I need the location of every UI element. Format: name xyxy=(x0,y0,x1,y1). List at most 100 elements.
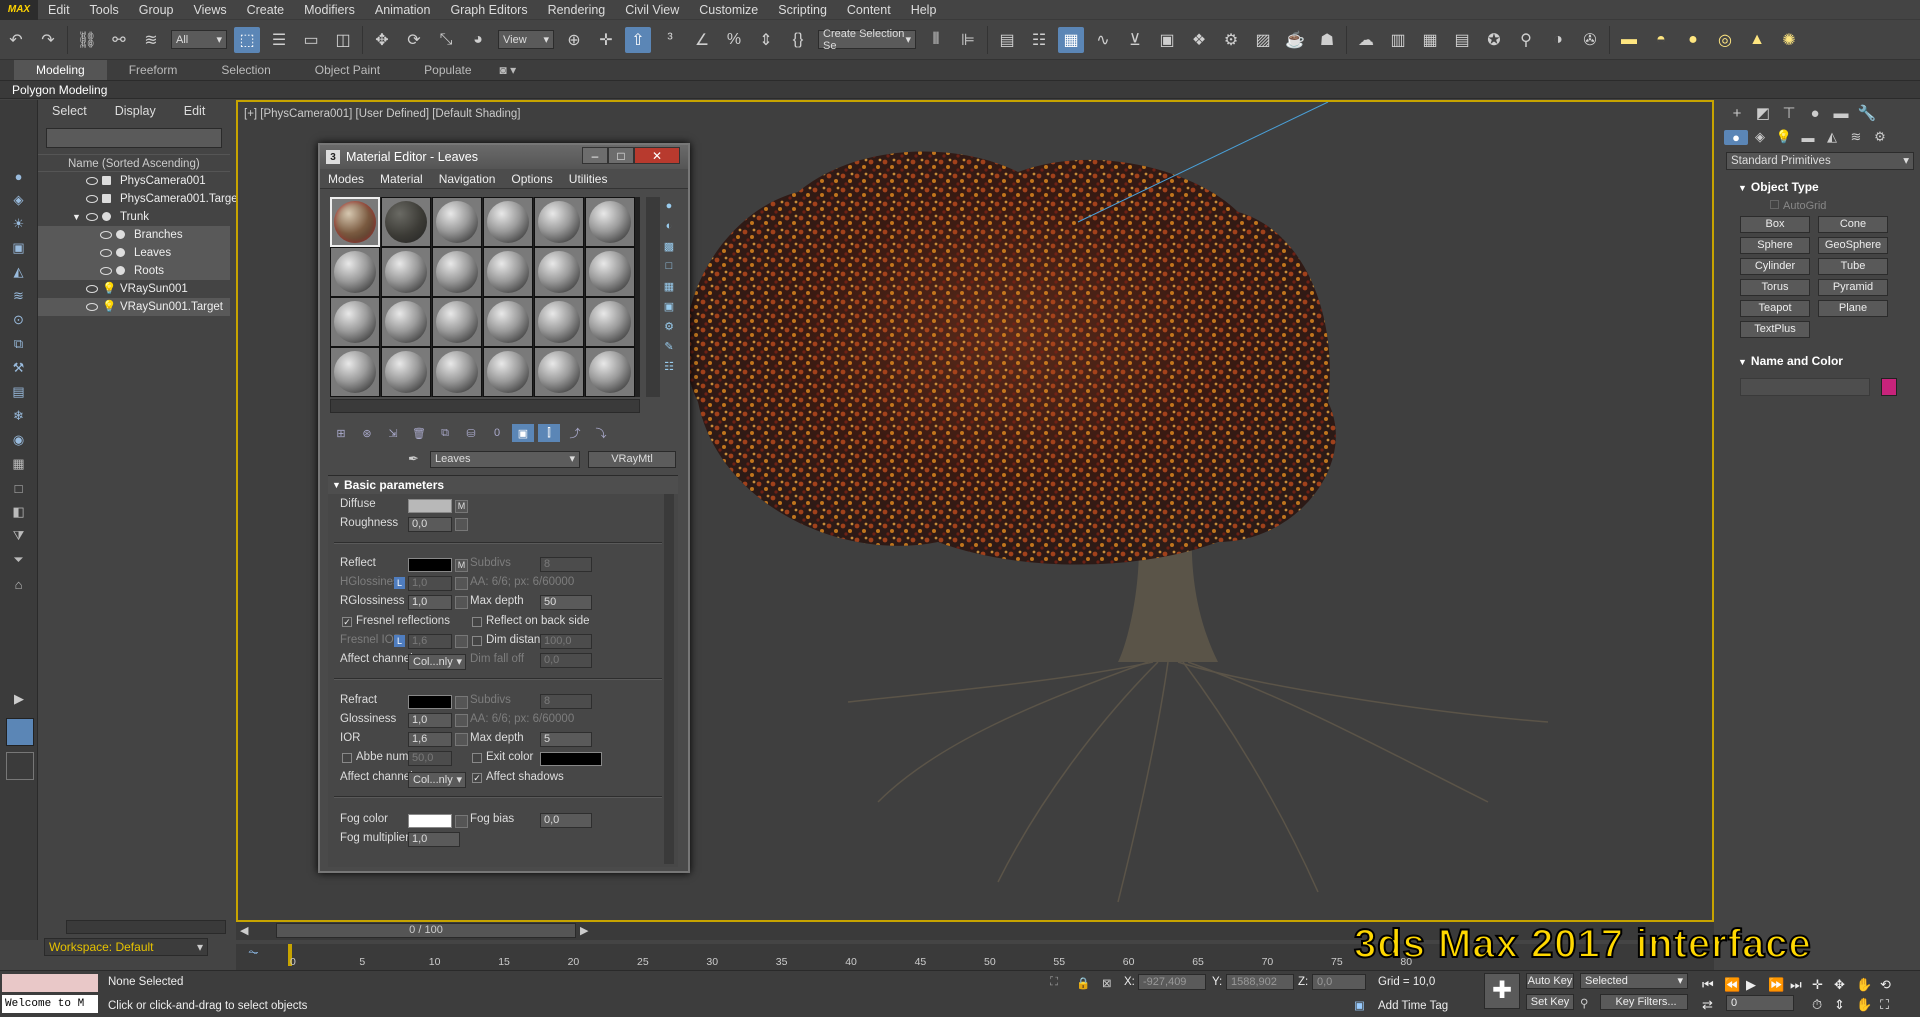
selection-key-dropdown[interactable]: Selected ▾ xyxy=(1580,973,1688,989)
display-geometry-icon[interactable]: ● xyxy=(8,166,30,186)
auto-key-button[interactable]: Auto Key xyxy=(1526,973,1574,989)
menu-animation[interactable]: Animation xyxy=(365,3,441,17)
rglossiness-map-button[interactable] xyxy=(455,596,468,609)
fresnel-ior-lock-button[interactable]: L xyxy=(394,635,405,647)
sample-slot[interactable] xyxy=(483,197,533,247)
reference-coordinate-dropdown[interactable]: View ▾ xyxy=(498,30,554,49)
vray-frame-buffer-icon[interactable]: ▥ xyxy=(1385,27,1411,53)
rotate-icon[interactable]: ⟳ xyxy=(401,27,427,53)
modify-tab-icon[interactable]: ◩ xyxy=(1750,104,1776,122)
visibility-eye-icon[interactable] xyxy=(86,177,98,185)
make-preview-icon[interactable]: ▣ xyxy=(660,297,678,315)
geometry-category-icon[interactable]: ● xyxy=(1724,129,1748,145)
dolly-icon[interactable]: ⇕ xyxy=(1834,997,1845,1013)
put-material-icon[interactable]: ⊛ xyxy=(356,424,378,442)
select-object-icon[interactable]: ⬚ xyxy=(234,26,260,53)
shapes-category-icon[interactable]: ◈ xyxy=(1748,129,1772,145)
menu-help[interactable]: Help xyxy=(901,3,947,17)
sample-slot[interactable] xyxy=(432,197,482,247)
keyboard-shortcut-override-icon[interactable]: ⇧ xyxy=(625,26,651,53)
percent-snap-icon[interactable]: % xyxy=(721,27,747,53)
menu-views[interactable]: Views xyxy=(183,3,236,17)
filter-icon[interactable]: ⧩ xyxy=(8,526,30,546)
render-setup-icon[interactable]: ⚙ xyxy=(1218,27,1244,53)
affect-channels-dropdown[interactable]: Col...nly ▾ xyxy=(408,654,466,670)
material-editor-titlebar[interactable]: 3 Material Editor - Leaves – □ ✕ xyxy=(320,145,688,169)
display-groups-icon[interactable]: ⊙ xyxy=(8,310,30,330)
tree-item-physcamera001[interactable]: PhysCamera001 xyxy=(38,172,230,190)
y-coordinate-field[interactable]: 1588,902 xyxy=(1226,974,1294,990)
curve-editor-mini-icon[interactable]: ⏦ xyxy=(248,944,259,960)
reflect-back-checkbox[interactable] xyxy=(472,617,482,627)
autogrid-checkbox[interactable]: AutoGrid xyxy=(1720,200,1920,212)
menu-customize[interactable]: Customize xyxy=(689,3,768,17)
display-all-icon[interactable]: ▦ xyxy=(8,454,30,474)
sphere-button[interactable]: Sphere xyxy=(1740,237,1810,254)
visibility-eye-icon[interactable] xyxy=(86,303,98,311)
assign-material-icon[interactable]: ⇲ xyxy=(382,424,404,442)
vray-mesh-export-icon[interactable]: ◑ xyxy=(1545,27,1571,53)
motion-tab-icon[interactable]: ● xyxy=(1802,105,1828,122)
roughness-map-button[interactable] xyxy=(455,518,468,531)
video-color-check-icon[interactable]: ▦ xyxy=(660,277,678,295)
sample-slot[interactable] xyxy=(381,247,431,297)
select-by-material-icon[interactable]: ✎ xyxy=(660,337,678,355)
refl-subdivs-spinner[interactable]: 8 xyxy=(540,557,592,572)
pivot-center-icon[interactable]: ⊕ xyxy=(561,27,587,53)
spinner-snap-icon[interactable]: ⇕ xyxy=(753,27,779,53)
refl-max-depth-spinner[interactable]: 50 xyxy=(540,595,592,610)
sample-slot[interactable] xyxy=(432,347,482,397)
visibility-eye-icon[interactable] xyxy=(86,285,98,293)
geosphere-button[interactable]: GeoSphere xyxy=(1818,237,1888,254)
put-to-library-icon[interactable]: ⛁ xyxy=(460,424,482,442)
teapot-button[interactable]: Teapot xyxy=(1740,300,1810,317)
schematic-view-icon[interactable]: ▣ xyxy=(1154,27,1180,53)
vray-teapot-icon[interactable]: ☁ xyxy=(1353,27,1379,53)
dim-falloff-spinner[interactable]: 0,0 xyxy=(540,653,592,668)
hglossiness-map-button[interactable] xyxy=(455,577,468,590)
collapse-arrow-icon[interactable]: ▼ xyxy=(72,208,81,226)
affect-shadows-checkbox[interactable]: ✓ xyxy=(472,773,482,783)
next-frame-icon[interactable]: ⏩ xyxy=(1768,977,1784,993)
name-color-rollout-header[interactable]: ▼ Name and Color xyxy=(1720,352,1920,370)
menu-utilities[interactable]: Utilities xyxy=(561,172,616,186)
time-prev-icon[interactable]: ◀ xyxy=(240,924,248,937)
polygon-modeling-label[interactable]: Polygon Modeling xyxy=(12,81,107,99)
layer-manager-icon[interactable]: ▤ xyxy=(994,27,1020,53)
vray-proxy-icon[interactable]: ✇ xyxy=(1577,27,1603,53)
vray-sun-icon[interactable]: ▲ xyxy=(1744,27,1770,53)
abbe-checkbox[interactable] xyxy=(342,753,352,763)
menu-rendering[interactable]: Rendering xyxy=(538,3,616,17)
display-cameras-icon[interactable]: ▣ xyxy=(8,238,30,258)
textplus-button[interactable]: TextPlus xyxy=(1740,321,1810,338)
time-slider-thumb[interactable]: 0 / 100 xyxy=(276,923,576,938)
refr-subdivs-spinner[interactable]: 8 xyxy=(540,694,592,709)
abbe-spinner[interactable]: 50,0 xyxy=(408,751,452,766)
menu-navigation[interactable]: Navigation xyxy=(431,172,504,186)
sample-slot[interactable] xyxy=(585,347,635,397)
toggle-ribbon-icon[interactable]: ☷ xyxy=(1026,27,1052,53)
cone-button[interactable]: Cone xyxy=(1818,216,1888,233)
display-hidden-icon[interactable]: ◉ xyxy=(8,430,30,450)
named-selection-icon[interactable]: {} xyxy=(785,27,811,53)
walk-through-icon[interactable]: ✋ xyxy=(1856,997,1872,1013)
sample-slot[interactable] xyxy=(534,347,584,397)
expand-arrow-icon[interactable]: ▶ xyxy=(8,689,30,709)
hglossiness-lock-button[interactable]: L xyxy=(394,577,405,589)
sample-slot[interactable] xyxy=(381,347,431,397)
sample-slot[interactable] xyxy=(381,197,431,247)
refract-color-swatch[interactable] xyxy=(408,695,452,709)
space-warps-category-icon[interactable]: ≋ xyxy=(1844,129,1868,145)
key-filters-button[interactable]: Key Filters... xyxy=(1600,994,1688,1010)
cylinder-button[interactable]: Cylinder xyxy=(1740,258,1810,275)
link-icon[interactable]: ⛓ xyxy=(74,27,100,53)
menu-options[interactable]: Options xyxy=(503,172,560,186)
scale-icon[interactable]: ⤡ xyxy=(433,27,459,53)
absolute-mode-icon[interactable]: ⊠ xyxy=(1102,976,1112,990)
explorer-search-input[interactable] xyxy=(46,128,222,148)
redo-icon[interactable]: ↷ xyxy=(35,27,61,53)
maximize-button[interactable]: □ xyxy=(608,147,634,164)
maxscript-listener-mini[interactable] xyxy=(2,974,98,992)
affect-channels-dropdown-2[interactable]: Col...nly ▾ xyxy=(408,772,466,788)
visibility-eye-icon[interactable] xyxy=(100,267,112,275)
